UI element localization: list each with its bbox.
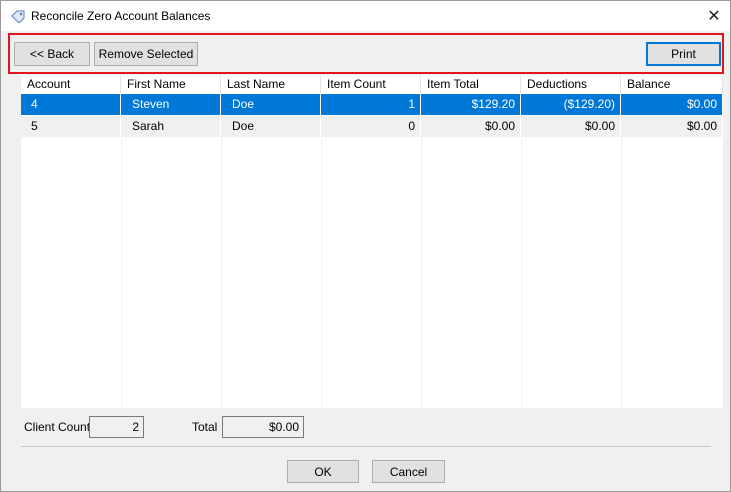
ok-button[interactable]: OK <box>287 460 359 483</box>
column-divider <box>221 136 222 408</box>
cell-item-count: 1 <box>321 94 421 115</box>
column-header-account[interactable]: Account <box>21 75 121 94</box>
total-field: $0.00 <box>222 416 304 438</box>
grid-header: Account First Name Last Name Item Count … <box>21 75 723 94</box>
cell-balance: $0.00 <box>621 94 723 115</box>
cell-last-name: Doe <box>221 116 321 137</box>
separator <box>21 446 711 447</box>
close-icon[interactable]: ✕ <box>698 1 730 31</box>
column-header-first-name[interactable]: First Name <box>121 75 221 94</box>
accounts-grid[interactable]: Account First Name Last Name Item Count … <box>21 75 723 408</box>
cell-account: 5 <box>21 116 121 137</box>
cell-item-total: $129.20 <box>421 94 521 115</box>
cell-balance: $0.00 <box>621 116 723 137</box>
print-button[interactable]: Print <box>646 42 721 66</box>
column-header-item-total[interactable]: Item Total <box>421 75 521 94</box>
cell-deductions: ($129.20) <box>521 94 621 115</box>
column-header-balance[interactable]: Balance <box>621 75 723 94</box>
client-count-field: 2 <box>89 416 144 438</box>
client-count-label: Client Count <box>24 420 91 434</box>
window-title: Reconcile Zero Account Balances <box>31 9 211 23</box>
back-button[interactable]: << Back <box>14 42 90 66</box>
column-divider <box>321 136 322 408</box>
cell-deductions: $0.00 <box>521 116 621 137</box>
total-label: Total <box>192 420 218 434</box>
cell-last-name: Doe <box>221 94 321 115</box>
tag-icon <box>10 9 26 24</box>
column-header-item-count[interactable]: Item Count <box>321 75 421 94</box>
table-row[interactable]: 4 Steven Doe 1 $129.20 ($129.20) $0.00 <box>21 94 723 115</box>
cancel-button[interactable]: Cancel <box>372 460 445 483</box>
column-divider <box>621 136 622 408</box>
column-divider <box>421 136 422 408</box>
cell-item-count: 0 <box>321 116 421 137</box>
toolbar: << Back Remove Selected Print <box>8 33 724 74</box>
title-bar: Reconcile Zero Account Balances ✕ <box>1 1 730 31</box>
column-header-last-name[interactable]: Last Name <box>221 75 321 94</box>
dialog-window: Reconcile Zero Account Balances ✕ << Bac… <box>0 0 731 492</box>
column-header-deductions[interactable]: Deductions <box>521 75 621 94</box>
remove-selected-button[interactable]: Remove Selected <box>94 42 198 66</box>
cell-first-name: Steven <box>121 94 221 115</box>
cell-first-name: Sarah <box>121 116 221 137</box>
cell-item-total: $0.00 <box>421 116 521 137</box>
column-divider <box>521 136 522 408</box>
cell-account: 4 <box>21 94 121 115</box>
column-divider <box>121 136 122 408</box>
table-row[interactable]: 5 Sarah Doe 0 $0.00 $0.00 $0.00 <box>21 116 723 137</box>
